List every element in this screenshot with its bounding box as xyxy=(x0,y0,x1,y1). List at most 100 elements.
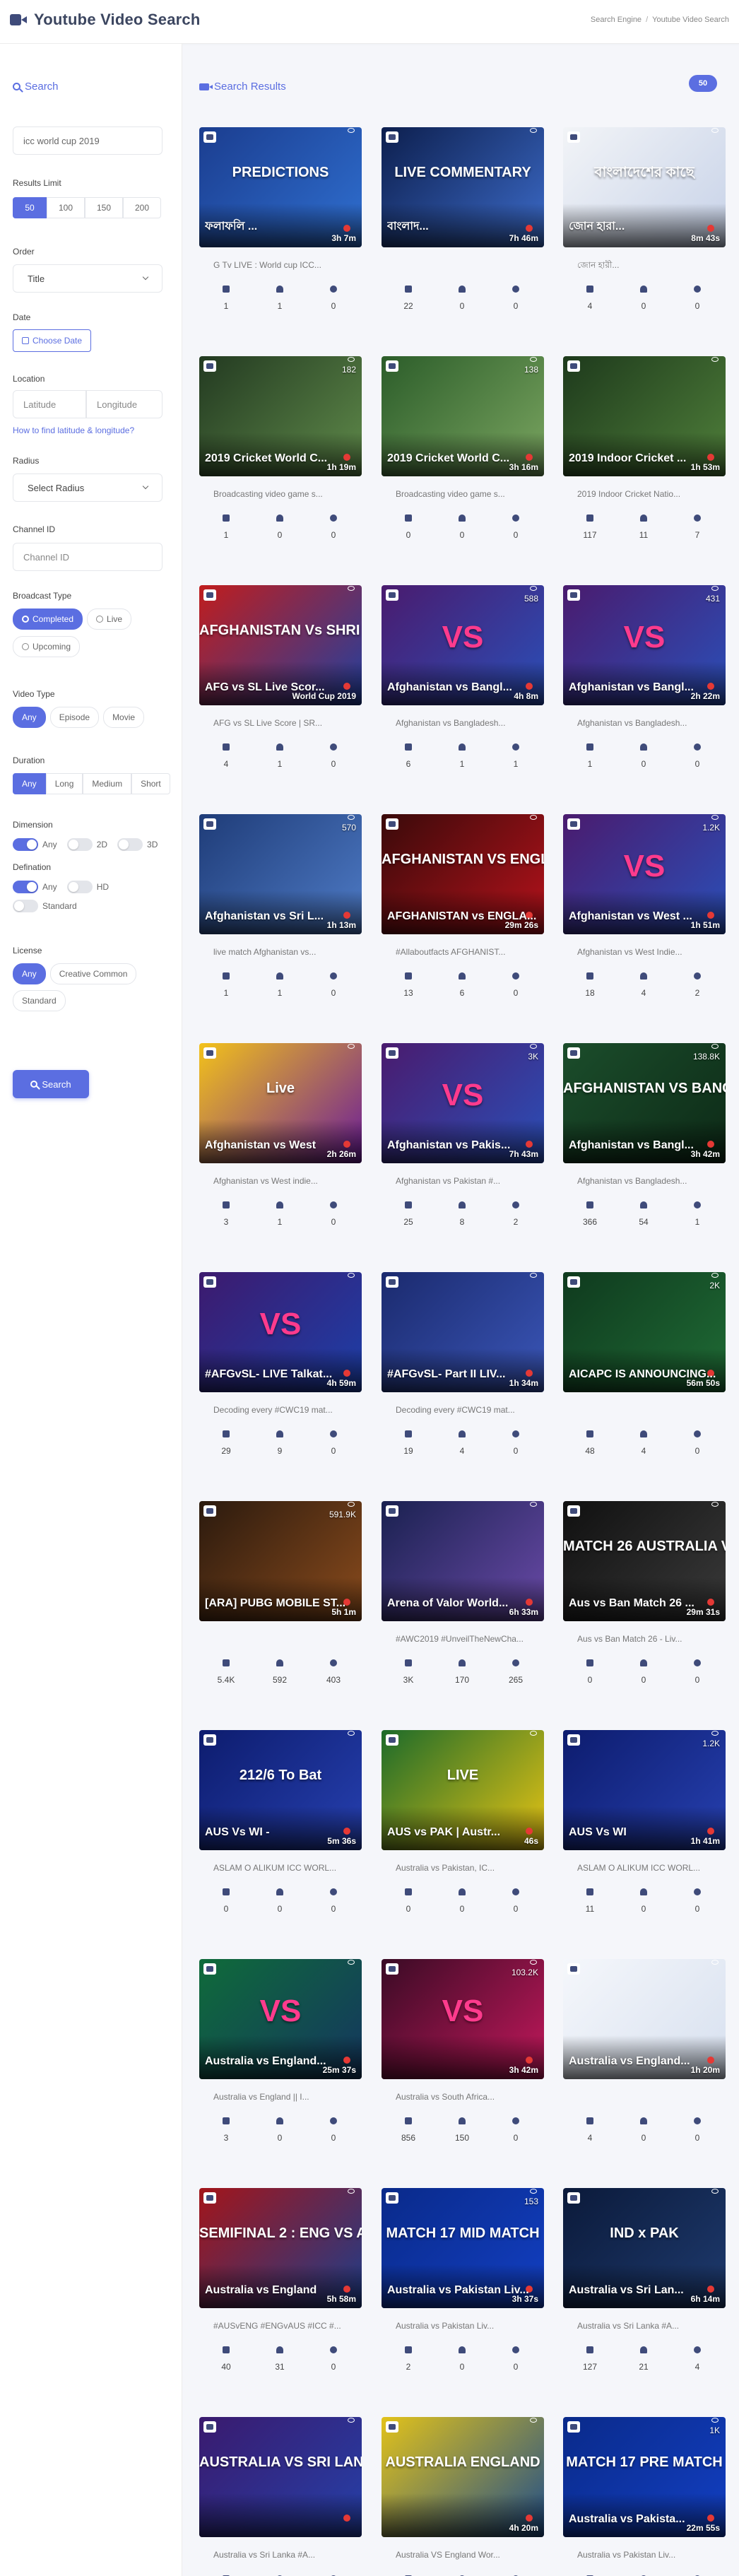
video-card[interactable]: Arena of Valor World... 6h 33m #AWC2019 #U… xyxy=(382,1501,544,1686)
video-thumbnail[interactable]: 138 2019 Cricket World C... 3h 16m xyxy=(382,356,544,476)
video-thumbnail[interactable]: AFGHANISTAN VS ENGLANDAFGHANISTAN vs ENG… xyxy=(382,814,544,934)
video-thumbnail[interactable]: LIVE AUS vs PAK | Austr... 46s xyxy=(382,1730,544,1850)
video-card[interactable]: 212/6 To Bat AUS Vs WI -5m 36s ASLAM O ALI… xyxy=(199,1730,362,1915)
video-card[interactable]: 182 2019 Cricket World C... 1h 19m Broadcas… xyxy=(199,356,362,541)
results-limit-50[interactable]: 50 xyxy=(13,197,47,218)
video-thumbnail[interactable]: LIVE COMMENTARY বাংলাদ... 7h 46m xyxy=(382,127,544,247)
broadcast-completed[interactable]: Completed xyxy=(13,608,83,630)
video-thumbnail[interactable]: MATCH 26 AUSTRALIA VS BANGLADESHAus vs B… xyxy=(563,1501,726,1621)
brand[interactable]: Youtube Video Search xyxy=(10,11,200,29)
video-card[interactable]: AUSTRALIA ENGLAND 4h 20m Australia VS Engl… xyxy=(382,2417,544,2576)
video-thumbnail[interactable]: 182 2019 Cricket World C... 1h 19m xyxy=(199,356,362,476)
duration-long[interactable]: Long xyxy=(45,773,83,794)
video-thumbnail[interactable]: 2K AICAPC IS ANNOUNCING... 56m 50s xyxy=(563,1272,726,1392)
video-title[interactable]: AUS vs PAK | Austr... xyxy=(387,1826,538,1839)
video-thumbnail[interactable]: Arena of Valor World... 6h 33m xyxy=(382,1501,544,1621)
video-thumbnail[interactable]: Live Afghanistan vs West 2h 26m xyxy=(199,1043,362,1163)
dimension-2d-toggle[interactable] xyxy=(66,838,93,851)
video-card[interactable]: VS 431 Afghanistan vs Bangl... 2h 22m Afghan… xyxy=(563,585,726,770)
broadcast-live[interactable]: Live xyxy=(87,608,132,630)
video-card[interactable]: 138 2019 Cricket World C... 3h 16m Broadcas… xyxy=(382,356,544,541)
longitude-input[interactable]: Longitude xyxy=(86,390,162,418)
channel-id-input[interactable]: Channel ID xyxy=(13,543,162,571)
video-thumbnail[interactable]: AUSTRALIA VS SRI LANKA xyxy=(199,2417,362,2537)
video-thumbnail[interactable]: VS 103.2K 3h 42m xyxy=(382,1959,544,2079)
radius-select[interactable]: Select Radius xyxy=(13,474,162,502)
video-card[interactable]: IND x PAK Australia vs Sri Lan... 6h 14m Au… xyxy=(563,2188,726,2373)
video-card[interactable]: LIVE AUS vs PAK | Austr... 46s Australia vs… xyxy=(382,1730,544,1915)
video-type-movie[interactable]: Movie xyxy=(103,707,145,728)
defination-hd-toggle[interactable] xyxy=(66,881,93,893)
results-limit-150[interactable]: 150 xyxy=(85,197,123,218)
video-thumbnail[interactable]: VS 588 Afghanistan vs Bangl... 4h 8m xyxy=(382,585,544,705)
choose-date-button[interactable]: Choose Date xyxy=(13,329,92,352)
video-type-episode[interactable]: Episode xyxy=(49,707,100,728)
license-standard[interactable]: Standard xyxy=(13,990,66,1011)
video-card[interactable]: VS 3K Afghanistan vs Pakis... 7h 43m Afghani… xyxy=(382,1043,544,1228)
video-thumbnail[interactable]: IND x PAK Australia vs Sri Lan... 6h 14m xyxy=(563,2188,726,2308)
video-card[interactable]: #AFGvSL- Part II LIV... 1h 34m Decoding ev… xyxy=(382,1272,544,1457)
video-thumbnail[interactable]: VS #AFGvSL- LIVE Talkat... 4h 59m xyxy=(199,1272,362,1392)
latitude-input[interactable]: Latitude xyxy=(13,390,86,418)
license-creative-common[interactable]: Creative Common xyxy=(49,963,137,984)
video-thumbnail[interactable]: বাংলাদেশের কাছে জোন হারা... 8m 43s xyxy=(563,127,726,247)
lat-lng-help-link[interactable]: How to find latitude & longitude? xyxy=(13,425,134,435)
video-thumbnail[interactable]: 570 Afghanistan vs Sri L... 1h 13m xyxy=(199,814,362,934)
search-button[interactable]: Search xyxy=(13,1070,89,1098)
defination-any-toggle[interactable] xyxy=(13,881,38,893)
results-limit-100[interactable]: 100 xyxy=(47,197,85,218)
video-thumbnail[interactable]: #AFGvSL- Part II LIV... 1h 34m xyxy=(382,1272,544,1392)
video-card[interactable]: MATCH 17 MID MATCH 153 Australia vs Pakist… xyxy=(382,2188,544,2373)
video-thumbnail[interactable]: 212/6 To Bat AUS Vs WI -5m 36s xyxy=(199,1730,362,1850)
video-card[interactable]: VS Australia vs England... 25m 37s Australi… xyxy=(199,1959,362,2144)
defination-standard-toggle[interactable] xyxy=(13,900,38,912)
video-card[interactable]: VS 103.2K 3h 42m Australia vs South Africa.… xyxy=(382,1959,544,2144)
results-limit-200[interactable]: 200 xyxy=(123,197,161,218)
video-card[interactable]: AFGHANISTAN Vs SHRI LANKA AFG vs SL Live … xyxy=(199,585,362,770)
video-card[interactable]: LIVE COMMENTARY বাংলাদ... 7h 46m 22 0 0 xyxy=(382,127,544,312)
video-thumbnail[interactable]: VS 431 Afghanistan vs Bangl... 2h 22m xyxy=(563,585,726,705)
video-card[interactable]: 591.9K [ARA] PUBG MOBILE ST... 5h 1m 5.4K 59… xyxy=(199,1501,362,1686)
video-card[interactable]: AFGHANISTAN VS BANGLADESH 138.8K Afghanist… xyxy=(563,1043,726,1228)
license-any[interactable]: Any xyxy=(13,963,46,984)
video-card[interactable]: Australia vs England... 1h 20m 4 0 0 xyxy=(563,1959,726,2144)
video-card[interactable]: 2019 Indoor Cricket ... 1h 53m 2019 Indoor… xyxy=(563,356,726,541)
video-thumbnail[interactable]: 2019 Indoor Cricket ... 1h 53m xyxy=(563,356,726,476)
duration-any[interactable]: Any xyxy=(13,773,46,794)
video-card[interactable]: AFGHANISTAN VS ENGLANDAFGHANISTAN vs ENG… xyxy=(382,814,544,999)
video-card[interactable]: VS 588 Afghanistan vs Bangl... 4h 8m Afghani… xyxy=(382,585,544,770)
video-thumbnail[interactable]: MATCH 17 PRE MATCH 1K Australia vs Pakista… xyxy=(563,2417,726,2537)
dimension-any-toggle[interactable] xyxy=(13,838,38,851)
breadcrumb-item-search-engine[interactable]: Search Engine xyxy=(591,16,642,24)
query-input[interactable]: icc world cup 2019 xyxy=(13,127,162,155)
video-card[interactable]: 570 Afghanistan vs Sri L... 1h 13m live mat… xyxy=(199,814,362,999)
video-type-any[interactable]: Any xyxy=(13,707,46,728)
video-thumbnail[interactable]: AUSTRALIA ENGLAND 4h 20m xyxy=(382,2417,544,2537)
video-thumbnail[interactable]: SEMIFINAL 2 : ENG VS AUSAustralia vs Eng… xyxy=(199,2188,362,2308)
video-card[interactable]: SEMIFINAL 2 : ENG VS AUSAustralia vs Eng… xyxy=(199,2188,362,2373)
video-card[interactable]: VS #AFGvSL- LIVE Talkat... 4h 59m Decoding … xyxy=(199,1272,362,1457)
video-thumbnail[interactable]: VS 3K Afghanistan vs Pakis... 7h 43m xyxy=(382,1043,544,1163)
video-card[interactable]: 2K AICAPC IS ANNOUNCING... 56m 50s 48 4 0 xyxy=(563,1272,726,1457)
duration-short[interactable]: Short xyxy=(131,773,170,794)
video-thumbnail[interactable]: AFGHANISTAN Vs SHRI LANKAAFG vs SL Live … xyxy=(199,585,362,705)
broadcast-upcoming[interactable]: Upcoming xyxy=(13,636,81,657)
video-thumbnail[interactable]: AFGHANISTAN VS BANGLADESH138.8KAfghanist… xyxy=(563,1043,726,1163)
video-thumbnail[interactable]: 1.2K AUS Vs WI 1h 41m xyxy=(563,1730,726,1850)
video-card[interactable]: PREDICTIONS ফলাফলি ... 3h 7m G Tv LIVE : Wo… xyxy=(199,127,362,312)
video-thumbnail[interactable]: VS 1.2K Afghanistan vs West ... 1h 51m xyxy=(563,814,726,934)
video-card[interactable]: VS 1.2K Afghanistan vs West ... 1h 51m Afgha… xyxy=(563,814,726,999)
video-thumbnail[interactable]: Australia vs England... 1h 20m xyxy=(563,1959,726,2079)
video-card[interactable]: MATCH 26 AUSTRALIA VS BANGLADESH Aus vs B… xyxy=(563,1501,726,1686)
video-thumbnail[interactable]: VS Australia vs England... 25m 37s xyxy=(199,1959,362,2079)
video-card[interactable]: MATCH 17 PRE MATCH 1K Australia vs Pakista… xyxy=(563,2417,726,2576)
order-select[interactable]: Title xyxy=(13,264,162,293)
video-thumbnail[interactable]: 591.9K [ARA] PUBG MOBILE ST... 5h 1m xyxy=(199,1501,362,1621)
video-card[interactable]: 1.2K AUS Vs WI 1h 41m ASLAM O ALIKUM ICC WO… xyxy=(563,1730,726,1915)
duration-medium[interactable]: Medium xyxy=(83,773,132,794)
video-thumbnail[interactable]: MATCH 17 MID MATCH 153 Australia vs Pakist… xyxy=(382,2188,544,2308)
video-card[interactable]: Live Afghanistan vs West 2h 26m Afghanistan… xyxy=(199,1043,362,1228)
video-card[interactable]: AUSTRALIA VS SRI LANKA Australia vs Sri L… xyxy=(199,2417,362,2576)
video-card[interactable]: বাংলাদেশের কাছে জোন হারা... 8m 43s জোন হারী… xyxy=(563,127,726,312)
dimension-3d-toggle[interactable] xyxy=(117,838,143,851)
